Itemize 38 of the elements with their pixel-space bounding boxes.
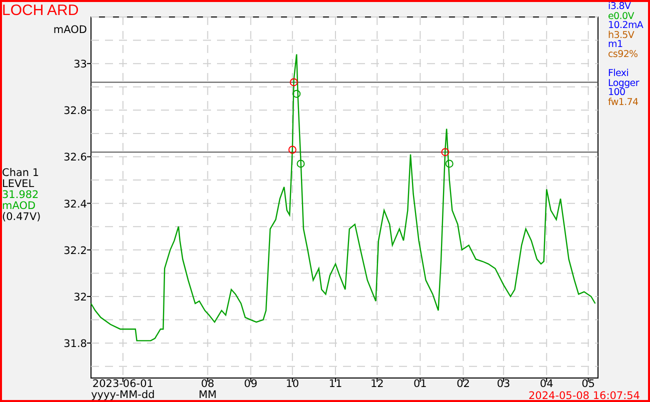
logger-status: 10.2mA: [608, 21, 644, 30]
station-title: LOCH ARD: [2, 2, 79, 20]
y-tick-label: 32.2: [64, 244, 87, 257]
channel-voltage: (0.47V): [2, 212, 42, 223]
channel-name: Chan 1: [2, 168, 40, 179]
x-tick-label: 11: [328, 378, 342, 390]
channel-type: LEVEL: [2, 179, 36, 190]
y-tick-label: 32: [74, 291, 87, 304]
y-tick-label: 31.8: [64, 338, 87, 350]
x-tick-label: 04: [540, 378, 554, 390]
logger-status: m1: [608, 40, 623, 50]
y-tick-label: 32.6: [64, 152, 87, 164]
channel-reading: 31.982: [2, 190, 40, 201]
logger-status: e0.0V: [608, 12, 634, 21]
y-tick-label: 32.4: [64, 198, 87, 210]
date-format-label: MM: [198, 389, 217, 400]
channel-unit: mAOD: [2, 201, 37, 212]
x-tick-label: 05: [582, 378, 595, 390]
x-tick-label: 12: [370, 378, 384, 390]
timestamp: 2024-05-08 16:07:54: [528, 390, 640, 400]
x-tick-label: 2023-06-01: [92, 378, 154, 390]
date-format-label: yyyy-MM-dd: [91, 389, 155, 400]
logger-info: 100: [608, 88, 626, 98]
x-tick-label: 03: [496, 378, 510, 390]
x-tick-label: 02: [456, 378, 470, 390]
logger-info: fw1.74: [608, 98, 638, 107]
logger-info: Logger: [608, 78, 639, 88]
x-tick-label: 09: [244, 378, 258, 390]
logger-status: i3.8V: [608, 2, 631, 12]
x-tick-label: 01: [414, 378, 427, 390]
logger-info: Flexi: [608, 69, 629, 78]
x-tick-label: 10: [286, 378, 300, 390]
axis-unit-label: mAOD: [53, 24, 87, 36]
x-tick-label: 08: [201, 378, 214, 390]
y-tick-label: 33: [74, 58, 87, 71]
logger-status: cs92%: [608, 50, 638, 59]
logger-status: h3.5V: [608, 30, 634, 40]
y-tick-label: 32.8: [64, 105, 87, 118]
